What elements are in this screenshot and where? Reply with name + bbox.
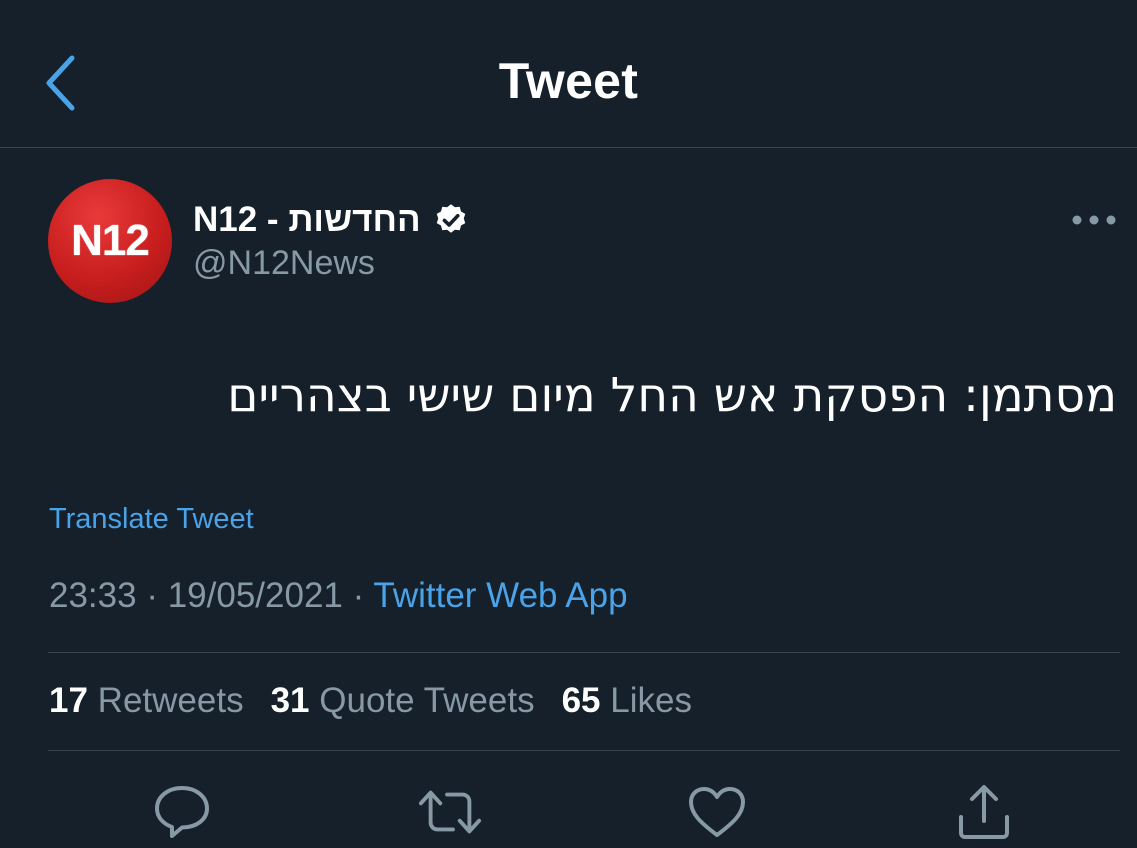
share-button[interactable] bbox=[952, 780, 1016, 844]
author-name-row[interactable]: N12 - החדשות bbox=[193, 196, 469, 244]
quote-tweets-label: Quote Tweets bbox=[319, 681, 535, 720]
retweets-stat[interactable]: 17 Retweets bbox=[49, 681, 244, 721]
page-title: Tweet bbox=[498, 53, 639, 109]
like-icon bbox=[689, 787, 745, 837]
retweet-button[interactable] bbox=[418, 780, 482, 844]
divider bbox=[48, 652, 1120, 653]
reply-button[interactable] bbox=[150, 780, 214, 844]
tweet-text: מסתמן: הפסקת אש החל מיום שישי בצהריים bbox=[227, 368, 1117, 423]
likes-stat[interactable]: 65 Likes bbox=[562, 681, 692, 721]
likes-label: Likes bbox=[610, 681, 692, 720]
user-handle[interactable]: @N12News bbox=[193, 244, 375, 283]
likes-count: 65 bbox=[561, 681, 601, 720]
tweet-date: 19/05/2021 bbox=[167, 576, 343, 615]
retweets-count: 17 bbox=[49, 681, 88, 720]
engagement-stats: 17 Retweets 31 Quote Tweets 65 Likes bbox=[49, 681, 692, 721]
like-button[interactable] bbox=[685, 780, 749, 844]
quote-tweets-stat[interactable]: 31 Quote Tweets bbox=[271, 681, 535, 721]
tweet-meta: 23:33 · 19/05/2021 · Twitter Web App bbox=[49, 576, 628, 616]
tweet-detail-screen: Tweet N12 N12 - החדשות @N12News מסתמן: ה… bbox=[0, 0, 1137, 848]
top-bar: Tweet bbox=[0, 0, 1137, 148]
share-icon bbox=[959, 785, 1009, 839]
translate-tweet-link[interactable]: Translate Tweet bbox=[49, 503, 254, 536]
avatar[interactable]: N12 bbox=[48, 179, 172, 303]
display-name: N12 - החדשות bbox=[193, 200, 421, 239]
meta-separator: · bbox=[352, 576, 365, 615]
meta-separator: · bbox=[146, 576, 158, 615]
verified-badge-icon bbox=[436, 204, 465, 233]
tweet-time: 23:33 bbox=[49, 576, 137, 615]
avatar-logo-text: N12 bbox=[71, 216, 150, 265]
divider bbox=[48, 750, 1120, 751]
retweets-label: Retweets bbox=[97, 681, 244, 720]
tweet-source-link[interactable]: Twitter Web App bbox=[373, 576, 627, 615]
retweet-icon bbox=[418, 790, 482, 834]
reply-icon bbox=[155, 786, 209, 838]
more-options-button[interactable] bbox=[1066, 200, 1122, 240]
quote-tweets-count: 31 bbox=[270, 681, 310, 720]
more-dots-icon bbox=[1072, 215, 1116, 225]
